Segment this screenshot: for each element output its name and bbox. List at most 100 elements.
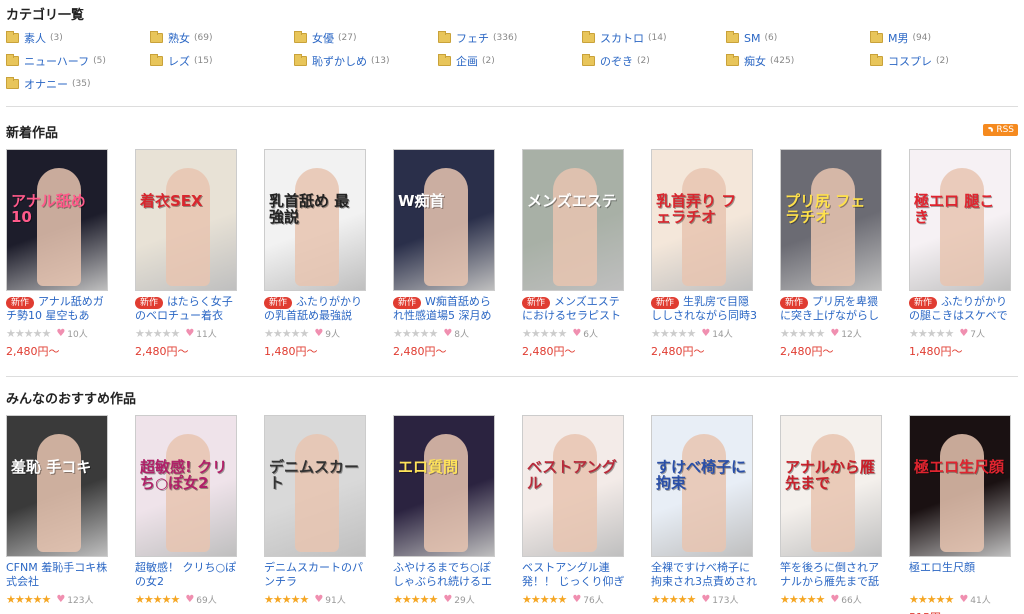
category-count: (15): [194, 56, 213, 66]
work-title-link[interactable]: 新作 アナル舐めガチ勢10 星空もあ: [6, 295, 112, 323]
new-work-card: 乳首舐め 最強説新作 ふたりがかりの乳首舐め最強説 ★★★★★ ♥ 9人 1,480円〜: [264, 149, 370, 359]
heart-icon: ♥: [314, 327, 324, 339]
rating-stars: ★★★★★: [780, 326, 825, 340]
rating-row: ★★★★★ ♥ 11人: [135, 326, 241, 340]
price: 1,480円〜: [264, 345, 318, 358]
cover-image[interactable]: デニムスカート: [264, 415, 366, 557]
recommended-card: 極エロ生尺顔極エロ生尺顔★★★★★♥41人515円〜: [909, 415, 1015, 614]
rating-stars: ★★★★★: [522, 326, 567, 340]
divider: [6, 106, 1018, 107]
favorite-count: 173人: [712, 595, 739, 606]
category-count: (425): [770, 56, 795, 66]
category-link[interactable]: フェチ (336): [438, 30, 517, 46]
work-title-link[interactable]: 新作ふたりがかりの腿こきはスケベでヤ: [909, 295, 1015, 323]
rating-stars: ★★★★★: [909, 326, 954, 340]
category-link[interactable]: ニューハーフ (5): [6, 53, 106, 69]
work-title-link[interactable]: 新作 ふたりがかりの乳首舐め最強説: [264, 295, 370, 323]
category-link[interactable]: 熟女 (69): [150, 30, 212, 46]
work-title-link[interactable]: CFNM 羞恥手コキ株式会社: [6, 561, 112, 589]
recommended-card: エロ質問ふやけるまでち○ぽしゃぶられ続けるエロ質 ★★★★★ ♥29人: [393, 415, 499, 606]
cover-image[interactable]: ベストアングル: [522, 415, 624, 557]
recommended-card: デニムスカートデニムスカートのパンチラ ★★★★★ ♥ 91人: [264, 415, 370, 606]
folder-icon: [150, 31, 163, 43]
category-count: (3): [50, 33, 63, 43]
cover-figure: [553, 434, 597, 552]
category-link[interactable]: のぞき (2): [582, 53, 650, 69]
price: 2,480円〜: [393, 345, 447, 358]
new-badge: 新作: [780, 297, 809, 309]
rating-row: ★★★★★ ♥ 123人: [6, 593, 112, 606]
cover-image[interactable]: 極エロ 腿こき: [909, 149, 1011, 291]
heart-icon: ♥: [314, 593, 324, 605]
category-label: M男: [888, 32, 909, 45]
category-link[interactable]: SM (6): [726, 30, 777, 46]
rss-button[interactable]: RSS: [983, 124, 1018, 136]
cover-image[interactable]: 乳首舐め 最強説: [264, 149, 366, 291]
new-badge: 新作: [264, 297, 293, 309]
work-title-link[interactable]: 超敏感！ クリち○ぽの女2: [135, 561, 241, 589]
work-title-link[interactable]: 極エロ生尺顔: [909, 561, 1015, 589]
work-title: 全裸ですけべ椅子に拘束され3点責めされ続: [651, 561, 757, 588]
recommended-card: 超敏感! クリち○ぽ女2 超敏感！ クリち○ぽの女2 ★★★★★ ♥ 69人: [135, 415, 241, 606]
rating-row: ★★★★★ ♥ 7人: [909, 326, 1015, 340]
category-count: (2): [482, 56, 495, 66]
work-title-link[interactable]: 新作 はたらく女子のベロチュー着衣: [135, 295, 241, 323]
cover-title: すけべ椅子に拘束: [656, 458, 747, 492]
work-title-link[interactable]: 全裸ですけべ椅子に拘束され3点責めされ続: [651, 561, 757, 589]
cover-image[interactable]: 極エロ生尺顔: [909, 415, 1011, 557]
category-link[interactable]: オナニー (35): [6, 76, 90, 92]
cover-title: デニムスカート: [269, 458, 360, 492]
rating-row: ★★★★★ ♥ 6人: [522, 326, 628, 340]
cover-image[interactable]: プリ尻 フェラチオ: [780, 149, 882, 291]
category-link[interactable]: 企画 (2): [438, 53, 495, 69]
category-link[interactable]: 恥ずかしめ (13): [294, 53, 389, 69]
rating-stars: ★★★★★: [135, 326, 180, 340]
cover-image[interactable]: 着衣SEX: [135, 149, 237, 291]
work-title-link[interactable]: 新作プリ尻を卑猥に突き上げながらしゃ: [780, 295, 886, 323]
new-work-card: W痴首 新作 W痴首舐められ性感道場5 深月め ★★★★★ ♥ 8人 2,480円〜: [393, 149, 499, 359]
work-title-link[interactable]: 新作メンズエステにおけるセラピストの: [522, 295, 628, 323]
work-title-link[interactable]: ふやけるまでち○ぽしゃぶられ続けるエロ質: [393, 561, 499, 589]
cover-image[interactable]: すけべ椅子に拘束: [651, 415, 753, 557]
work-title-link[interactable]: 新作生乳房で目隠ししされながら同時3点: [651, 295, 757, 323]
work-title-link[interactable]: ベストアングル連発！！ じっくり仰ぎ: [522, 561, 628, 589]
favorite-count: 14人: [712, 329, 733, 340]
rating-row: ★★★★★ ♥ 91人: [264, 593, 370, 606]
category-count: (13): [371, 56, 390, 66]
category-count: (94): [912, 33, 931, 43]
rating-row: ★★★★★ ♥ 76人: [522, 593, 628, 606]
cover-figure: [166, 168, 210, 286]
rating-stars: ★★★★★: [651, 326, 696, 340]
work-title-link[interactable]: 竿を後ろに倒されアナルから雁先まで舐めし: [780, 561, 886, 589]
work-title-link[interactable]: デニムスカートのパンチラ: [264, 561, 370, 589]
cover-image[interactable]: メンズエステ: [522, 149, 624, 291]
favorite-count: 10人: [67, 329, 88, 340]
cover-image[interactable]: W痴首: [393, 149, 495, 291]
cover-image[interactable]: アナルから雁先まで: [780, 415, 882, 557]
category-count: (14): [648, 33, 667, 43]
category-link[interactable]: 素人 (3): [6, 30, 63, 46]
cover-image[interactable]: 羞恥 手コキ: [6, 415, 108, 557]
category-link[interactable]: 女優 (27): [294, 30, 356, 46]
category-link[interactable]: M男 (94): [870, 30, 931, 46]
rating-stars: ★★★★★: [393, 326, 438, 340]
rating-row: ★★★★★ ♥ 9人: [264, 327, 370, 340]
work-title-link[interactable]: 新作 W痴首舐められ性感道場5 深月め: [393, 295, 499, 323]
heart-icon: ♥: [443, 593, 453, 605]
favorite-count: 123人: [67, 595, 94, 606]
category-link[interactable]: レズ (15): [150, 53, 212, 69]
new-work-card: 着衣SEX 新作 はたらく女子のベロチュー着衣 ★★★★★ ♥ 11人 2,480円〜: [135, 149, 241, 359]
cover-image[interactable]: アナル舐め10: [6, 149, 108, 291]
category-label: フェチ: [456, 32, 489, 45]
cover-title: 乳首弄り フェラチオ: [656, 192, 737, 226]
cover-title: エロ質問: [398, 458, 459, 476]
category-link[interactable]: コスプレ (2): [870, 53, 949, 69]
category-count: (2): [637, 56, 650, 66]
category-link[interactable]: スカトロ (14): [582, 30, 666, 46]
favorite-count: 11人: [196, 329, 217, 340]
category-link[interactable]: 痴女 (425): [726, 53, 794, 69]
cover-image[interactable]: 超敏感! クリち○ぽ女2: [135, 415, 237, 557]
cover-image[interactable]: 乳首弄り フェラチオ: [651, 149, 753, 291]
cover-image[interactable]: エロ質問: [393, 415, 495, 557]
recommended-card: 羞恥 手コキ CFNM 羞恥手コキ株式会社 ★★★★★ ♥ 123人: [6, 415, 112, 606]
